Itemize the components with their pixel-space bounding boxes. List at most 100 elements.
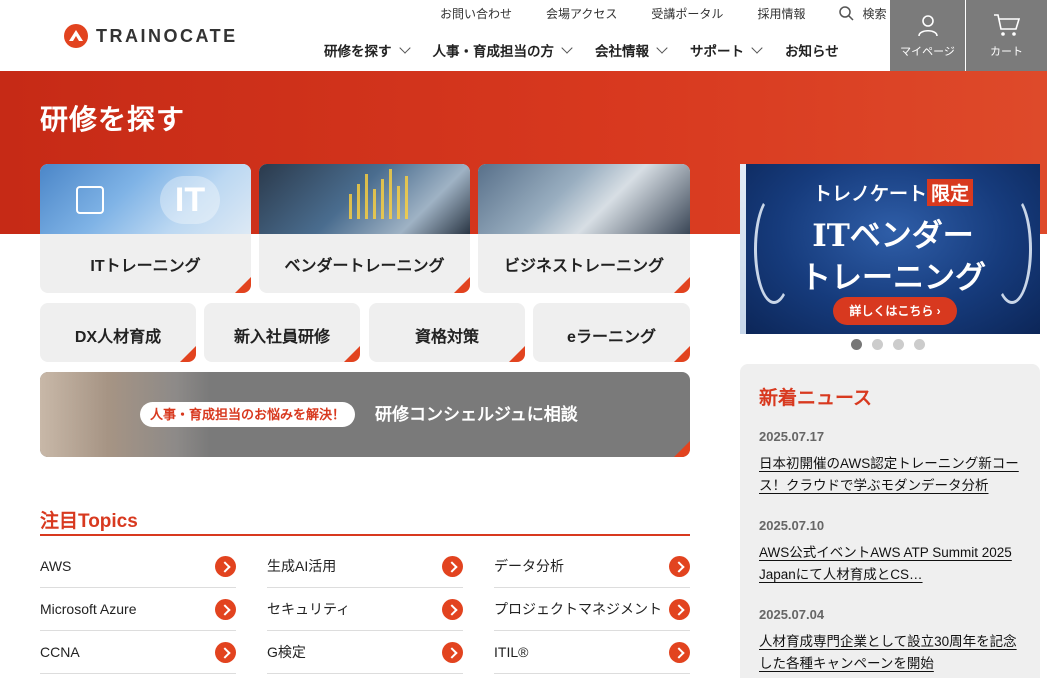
nav-label: 会社情報 xyxy=(595,44,649,59)
card-label: 資格対策 xyxy=(414,329,479,346)
topic-itil[interactable]: ITIL® xyxy=(494,631,690,674)
topic-aws[interactable]: AWS xyxy=(40,545,236,588)
carousel-dot[interactable] xyxy=(914,339,925,350)
corner-accent xyxy=(180,346,196,362)
concierge-banner[interactable]: 人事・育成担当のお悩みを解決！ 研修コンシェルジュに相談 xyxy=(40,372,690,457)
vendor-training-image xyxy=(259,164,470,234)
arrow-right-icon xyxy=(669,641,690,663)
logo-mark-icon xyxy=(64,24,88,48)
corner-accent xyxy=(235,277,251,293)
concierge-text: 研修コンシェルジュに相談 xyxy=(375,405,578,424)
topic-g-kentei[interactable]: G検定 xyxy=(267,631,463,674)
card-label: ベンダートレーニング xyxy=(284,258,445,275)
topic-label: ITIL® xyxy=(494,644,529,660)
topic-ccna[interactable]: CCNA xyxy=(40,631,236,674)
nav-find-training[interactable]: 研修を探す xyxy=(324,40,411,60)
chevron-down-icon xyxy=(561,42,573,54)
util-link-contact[interactable]: お問い合わせ xyxy=(440,5,512,22)
cart-icon xyxy=(993,14,1020,36)
corner-accent xyxy=(674,441,690,457)
arrow-right-icon xyxy=(669,598,690,620)
news-date: 2025.07.17 xyxy=(759,429,825,444)
carousel-dots xyxy=(851,339,925,350)
topic-label: Microsoft Azure xyxy=(40,601,137,617)
cart-button[interactable]: カート xyxy=(966,0,1047,71)
card-label: ビジネストレーニング xyxy=(503,258,664,275)
nav-label: サポート xyxy=(690,44,744,59)
topic-project-management[interactable]: プロジェクトマネジメント xyxy=(494,588,690,631)
chart-bars-icon xyxy=(349,169,408,219)
topic-label: AWS xyxy=(40,558,72,574)
card-label: DX人材育成 xyxy=(74,329,162,346)
promo-line3: トレーニング xyxy=(800,260,986,296)
search-icon xyxy=(839,6,854,21)
search-label: 検索 xyxy=(862,7,887,21)
utility-nav: お問い合わせ 会場アクセス 受講ポータル 採用情報 検索 xyxy=(440,5,920,22)
cart-label: カート xyxy=(990,46,1023,58)
arrow-right-icon xyxy=(215,641,236,663)
news-link[interactable]: 人材育成専門企業として設立30周年を記念した各種キャンペーンを開始 xyxy=(759,631,1020,675)
arrow-right-icon xyxy=(442,598,463,620)
news-item[interactable]: 2025.07.17 日本初開催のAWS認定トレーニング新コース！クラウドで学ぶ… xyxy=(759,429,1020,497)
arrow-right-icon xyxy=(215,598,236,620)
topics-divider xyxy=(40,534,690,536)
nav-company[interactable]: 会社情報 xyxy=(595,40,668,60)
promo-details-button[interactable]: 詳しくはこちら › xyxy=(833,297,957,325)
corner-accent xyxy=(674,346,690,362)
chevron-down-icon xyxy=(751,42,763,54)
logo[interactable]: TRAINOCATE xyxy=(64,24,238,48)
handshake-image xyxy=(478,164,690,234)
card-it-training[interactable]: IT ITトレーニング xyxy=(40,164,251,293)
topic-genai[interactable]: 生成AI活用 xyxy=(267,545,463,588)
topic-label: セキュリティ xyxy=(267,601,351,617)
chip-icon xyxy=(76,186,104,214)
card-dx[interactable]: DX人材育成 xyxy=(40,303,196,362)
main-nav: 研修を探す 人事・育成担当の方 会社情報 サポート お知らせ xyxy=(324,40,863,60)
nav-support[interactable]: サポート xyxy=(690,40,763,60)
carousel-dot[interactable] xyxy=(851,339,862,350)
card-business-training[interactable]: ビジネストレーニング xyxy=(478,164,690,293)
promo-line1: トレノケート 限定 xyxy=(746,179,1040,206)
promo-banner[interactable]: トレノケート 限定 ITベンダー トレーニング 詳しくはこちら › xyxy=(746,164,1040,334)
card-elearning[interactable]: eラーニング xyxy=(533,303,690,362)
promo-limited-tag: 限定 xyxy=(927,179,974,206)
news-item[interactable]: 2025.07.04 人材育成専門企業として設立30周年を記念した各種キャンペー… xyxy=(759,607,1020,675)
card-vendor-training[interactable]: ベンダートレーニング xyxy=(259,164,470,293)
logo-text: TRAINOCATE xyxy=(96,25,238,46)
site-header: TRAINOCATE お問い合わせ 会場アクセス 受講ポータル 採用情報 検索 … xyxy=(0,0,1047,71)
news-item[interactable]: 2025.07.10 AWS公式イベントAWS ATP Summit 2025 … xyxy=(759,518,1020,586)
topic-label: G検定 xyxy=(267,644,306,660)
user-icon xyxy=(917,15,938,37)
news-link[interactable]: 日本初開催のAWS認定トレーニング新コース！クラウドで学ぶモダンデータ分析 xyxy=(759,453,1020,497)
topic-data-analysis[interactable]: データ分析 xyxy=(494,545,690,588)
concierge-pill: 人事・育成担当のお悩みを解決！ xyxy=(140,402,356,427)
card-new-employee[interactable]: 新入社員研修 xyxy=(204,303,360,362)
topic-azure[interactable]: Microsoft Azure xyxy=(40,588,236,631)
topic-label: データ分析 xyxy=(494,558,564,574)
mypage-button[interactable]: マイページ xyxy=(890,0,965,71)
util-link-portal[interactable]: 受講ポータル xyxy=(651,5,723,22)
promo-line2: ITベンダー xyxy=(812,218,974,254)
topic-label: CCNA xyxy=(40,644,80,660)
nav-hr[interactable]: 人事・育成担当の方 xyxy=(433,40,573,60)
mypage-label: マイページ xyxy=(900,46,955,58)
util-link-access[interactable]: 会場アクセス xyxy=(546,5,617,22)
news-date: 2025.07.10 xyxy=(759,518,825,533)
arrow-right-icon xyxy=(669,555,690,577)
carousel-dot[interactable] xyxy=(893,339,904,350)
it-image-text: IT xyxy=(160,176,220,224)
news-link[interactable]: AWS公式イベントAWS ATP Summit 2025 Japanにて人材育成… xyxy=(759,542,1020,586)
arrow-right-icon xyxy=(215,555,236,577)
chevron-down-icon xyxy=(656,42,668,54)
nav-news[interactable]: お知らせ xyxy=(785,40,839,60)
carousel-dot[interactable] xyxy=(872,339,883,350)
arrow-right-icon xyxy=(442,641,463,663)
util-link-recruit[interactable]: 採用情報 xyxy=(757,5,805,22)
corner-accent xyxy=(674,277,690,293)
card-certification[interactable]: 資格対策 xyxy=(369,303,525,362)
topic-security[interactable]: セキュリティ xyxy=(267,588,463,631)
it-training-image: IT xyxy=(40,164,251,234)
page-title: 研修を探す xyxy=(40,104,186,135)
news-panel: 新着ニュース 2025.07.17 日本初開催のAWS認定トレーニング新コース！… xyxy=(740,364,1040,678)
promo-brand: トレノケート xyxy=(812,183,927,205)
